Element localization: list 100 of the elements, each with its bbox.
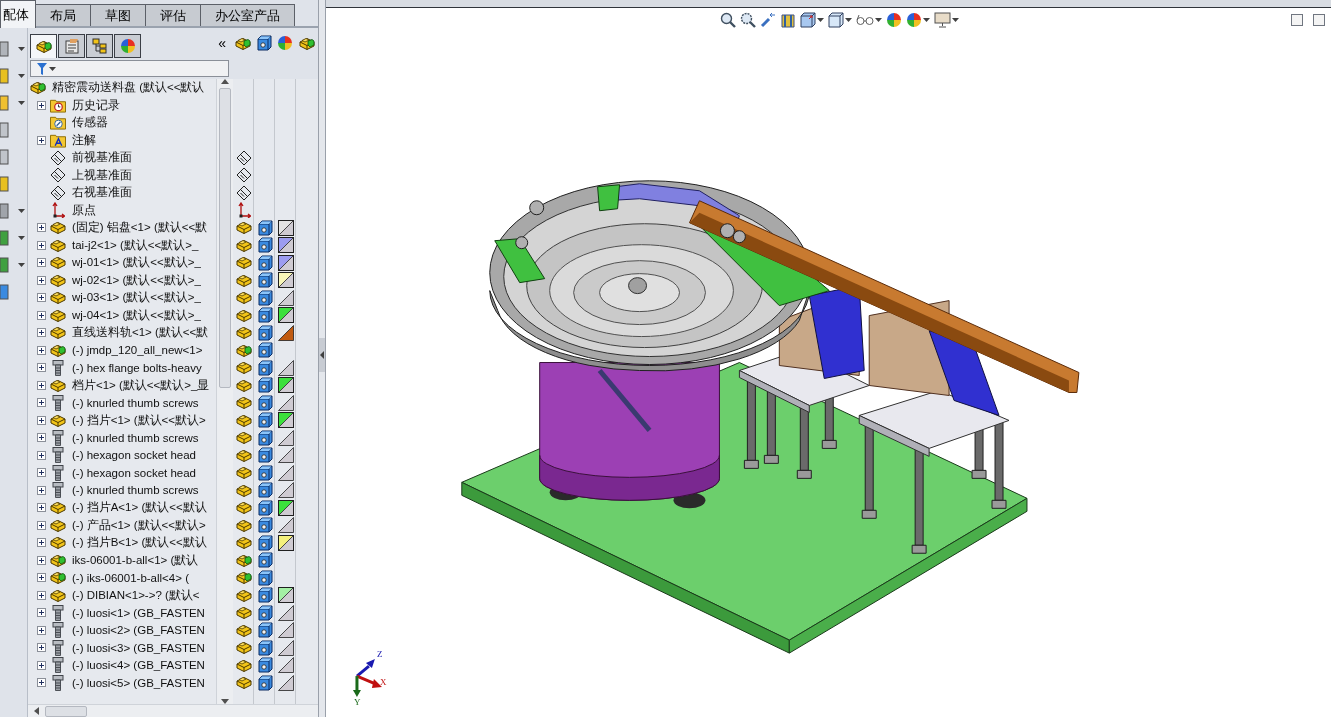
expand-button[interactable] [36, 555, 46, 565]
tree-item-label[interactable]: wj-03<1> (默认<<默认>_ [72, 290, 201, 306]
tree-item-label[interactable]: (-) luosi<1> (GB_FASTEN [72, 606, 205, 619]
command-tab[interactable]: 配体 [0, 0, 36, 28]
command-tab[interactable]: 布局 [35, 4, 91, 26]
panel-tab[interactable] [30, 34, 57, 58]
expand-button[interactable] [36, 100, 46, 110]
tree-item-label[interactable]: wj-02<1> (默认<<默认>_ [72, 272, 201, 288]
expand-button[interactable] [36, 328, 46, 338]
tree-item-label[interactable]: (-) jmdp_120_all_new<1> [72, 344, 203, 357]
tree-item-label[interactable]: 传感器 [72, 115, 108, 131]
expand-button[interactable] [36, 433, 46, 443]
view-settings-button[interactable] [932, 10, 961, 30]
zoom-area-button[interactable] [738, 10, 758, 30]
command-tab[interactable]: 评估 [145, 4, 201, 26]
expand-button[interactable] [36, 275, 46, 285]
panel-tab[interactable] [58, 34, 85, 58]
tree-item-label[interactable]: (-) luosi<4> (GB_FASTEN [72, 659, 205, 672]
tree-item-label[interactable]: 直线送料轨<1> (默认<<默 [72, 325, 209, 341]
tree-item-label[interactable]: 原点 [72, 202, 96, 218]
expand-button[interactable] [36, 223, 46, 233]
zoom-to-fit-button[interactable] [718, 10, 738, 30]
tree-item-label[interactable]: 前视基准面 [72, 150, 132, 166]
tree-item-label[interactable]: iks-06001-b-all<1> (默认 [72, 552, 199, 568]
tree-item-label[interactable]: (-) 产品<1> (默认<<默认> [72, 517, 206, 533]
tree-item-label[interactable]: (-) knurled thumb screws [72, 484, 199, 497]
tree-item-label[interactable]: (-) luosi<2> (GB_FASTEN [72, 624, 205, 637]
tree-item-label[interactable]: 上视基准面 [72, 167, 132, 183]
tree-item-label[interactable]: (固定) 铝盘<1> (默认<<默 [72, 220, 208, 236]
collapse-button[interactable]: « [216, 35, 228, 51]
splitter-handle[interactable] [319, 337, 325, 372]
expand-button[interactable] [36, 608, 46, 618]
expand-button[interactable] [36, 345, 46, 355]
expand-button[interactable] [36, 450, 46, 460]
command-tab[interactable]: 办公室产品 [200, 4, 295, 26]
tree-item-label[interactable]: wj-01<1> (默认<<默认>_ [72, 255, 201, 271]
appearance-swatch [278, 394, 294, 411]
tree-item-label[interactable]: 右视基准面 [72, 185, 132, 201]
tree-item-label[interactable]: (-) hex flange bolts-heavy [72, 361, 202, 374]
expand-button[interactable] [36, 625, 46, 635]
vertical-scrollbar[interactable] [216, 79, 233, 704]
tool-icon[interactable] [0, 149, 9, 165]
tree-item-label[interactable]: (-) luosi<3> (GB_FASTEN [72, 641, 205, 654]
tool-icon[interactable] [0, 41, 9, 57]
expand-button[interactable] [36, 240, 46, 250]
tree-item-label[interactable]: (-) DIBIAN<1>->? (默认< [72, 587, 200, 603]
tree-item-label[interactable]: 历史记录 [72, 97, 120, 113]
scroll-thumb[interactable] [219, 88, 231, 388]
expand-button[interactable] [36, 660, 46, 670]
panel-tab[interactable] [86, 34, 113, 58]
horizontal-scrollbar[interactable] [28, 704, 318, 717]
tool-icon[interactable] [0, 95, 9, 111]
tree-item-label[interactable]: (-) 挡片<1> (默认<<默认> [72, 412, 206, 428]
bolt-icon [52, 639, 64, 656]
window-button[interactable] [1313, 14, 1325, 26]
tree-item-label[interactable]: 档片<1> (默认<<默认>_显 [72, 377, 210, 393]
previous-view-button[interactable] [758, 10, 778, 30]
display-state-icon [257, 517, 273, 534]
tree-item-label[interactable]: (-) hexagon socket head [72, 466, 197, 479]
tool-icon[interactable] [0, 122, 9, 138]
expand-button[interactable] [36, 538, 46, 548]
expand-button[interactable] [36, 310, 46, 320]
expand-button[interactable] [36, 590, 46, 600]
tree-item-label[interactable]: (-) 挡片B<1> (默认<<默认 [72, 535, 207, 551]
expand-button[interactable] [36, 363, 46, 373]
edit-appearance-button[interactable] [884, 10, 904, 30]
window-button[interactable] [1291, 14, 1303, 26]
expand-button[interactable] [36, 293, 46, 303]
tree-item-label[interactable]: (-) knurled thumb screws [72, 396, 199, 409]
expand-button[interactable] [36, 573, 46, 583]
tree-item[interactable]: 精密震动送料盘 (默认<<默认 [30, 79, 216, 97]
tree-item-label[interactable]: tai-j2<1> (默认<<默认>_ [72, 237, 199, 253]
expand-button[interactable] [36, 678, 46, 688]
tool-icon[interactable] [0, 176, 9, 192]
tree-item-label[interactable]: (-) hexagon socket head [72, 449, 197, 462]
expand-button[interactable] [36, 135, 46, 145]
command-tab[interactable]: 草图 [90, 4, 146, 26]
expand-button[interactable] [36, 398, 46, 408]
expand-button[interactable] [36, 503, 46, 513]
view-orientation-button[interactable] [798, 10, 826, 30]
expand-button[interactable] [36, 258, 46, 268]
tree-item-label[interactable]: (-) iks-06001-b-all<4> ( [72, 571, 189, 584]
expand-button[interactable] [36, 380, 46, 390]
tree-item-label[interactable]: (-) 挡片A<1> (默认<<默认 [72, 500, 207, 516]
tree-item-label[interactable]: wj-04<1> (默认<<默认>_ [72, 307, 201, 323]
panel-tab[interactable] [114, 34, 141, 58]
filter-field[interactable] [30, 60, 229, 77]
tree-item-label[interactable]: 注解 [72, 132, 96, 148]
tree-item-label[interactable]: (-) luosi<5> (GB_FASTEN [72, 676, 205, 689]
display-style-button[interactable] [826, 10, 854, 30]
expand-button[interactable] [36, 415, 46, 425]
tool-icon[interactable] [0, 68, 9, 84]
expand-button[interactable] [36, 468, 46, 478]
expand-button[interactable] [36, 485, 46, 495]
expand-button[interactable] [36, 643, 46, 653]
expand-button[interactable] [36, 520, 46, 530]
apply-scene-button[interactable] [904, 10, 932, 30]
scroll-thumb[interactable] [45, 705, 87, 717]
display-state-icon [257, 657, 273, 674]
tree-item-label[interactable]: (-) knurled thumb screws [72, 431, 199, 444]
